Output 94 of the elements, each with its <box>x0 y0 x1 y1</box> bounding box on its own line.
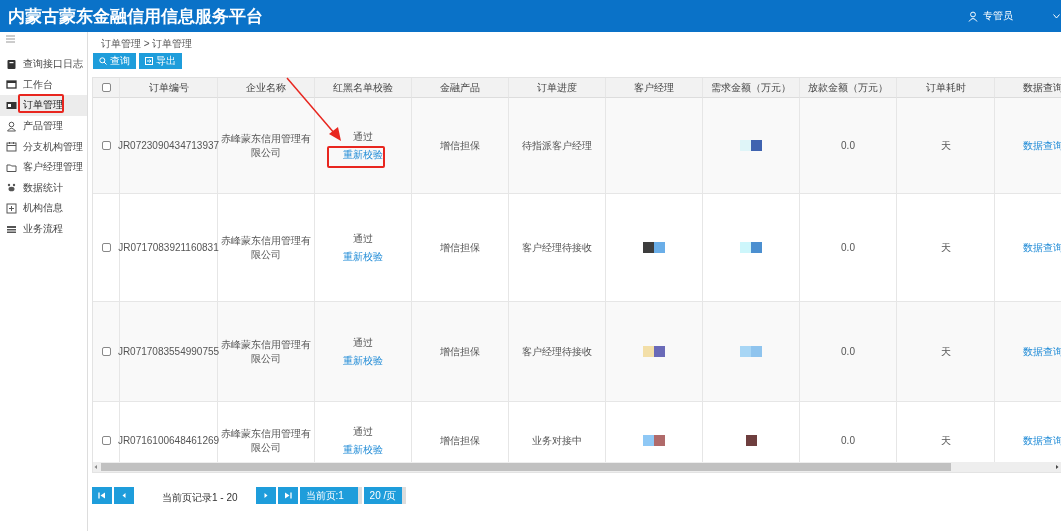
last-page-icon <box>283 492 292 499</box>
menu-icon <box>6 35 15 43</box>
list-icon <box>6 223 17 235</box>
table-cell: 增信担保 <box>440 344 480 359</box>
sidebar-item[interactable]: 数据统计 <box>0 177 87 199</box>
table-cell: JR0723090434713937 <box>117 140 220 151</box>
user-name[interactable]: 专管员 <box>983 9 1013 23</box>
sidebar-item[interactable]: 业务流程 <box>0 218 87 240</box>
column-header: 放款金额（万元） <box>808 80 888 95</box>
recheck-link[interactable]: 重新校验 <box>343 147 383 162</box>
table-cell: 天 <box>940 433 951 448</box>
first-page-button[interactable] <box>92 487 112 504</box>
checkbox[interactable] <box>101 141 111 150</box>
column-header: 需求金额（万元） <box>711 80 791 95</box>
column-header: 金融产品 <box>440 80 480 95</box>
right-arrow-icon <box>1054 464 1060 470</box>
highlight-box <box>18 94 64 113</box>
redaction-mosaic <box>643 346 665 357</box>
sidebar-item[interactable]: 产品管理 <box>0 115 87 137</box>
redaction-mosaic <box>740 140 762 151</box>
table-cell: 增信担保 <box>440 138 480 153</box>
recheck-link[interactable]: 重新校验 <box>343 442 383 457</box>
app-title: 内蒙古蒙东金融信用信息服务平台 <box>8 5 264 28</box>
table-cell: 赤峰蒙东信用管理有限公司 <box>220 337 312 366</box>
table-cell: 天 <box>940 240 951 255</box>
table-cell: JR0716100648461269 <box>117 435 220 446</box>
table-cell: 赤峰蒙东信用管理有限公司 <box>220 131 312 160</box>
sidebar-item[interactable]: 客户经理管理 <box>0 156 87 178</box>
caret-icon <box>1053 13 1060 19</box>
page-select[interactable]: 当前页:1 <box>299 487 362 504</box>
plus-square-icon <box>6 202 17 214</box>
redaction-mosaic <box>643 435 665 446</box>
table-cell: JR0717083921160831 <box>118 242 219 253</box>
breadcrumb: 订单管理 > 订单管理 <box>101 37 194 49</box>
table-cell: 天 <box>940 138 951 153</box>
table-cell: 增信担保 <box>440 433 480 448</box>
page-size-select[interactable]: 20 /页 <box>363 487 407 504</box>
table-cell: 赤峰蒙东信用管理有限公司 <box>220 233 312 262</box>
table-cell: 通过 <box>353 231 373 246</box>
table-cell: 客户经理待接收 <box>522 344 592 359</box>
recheck-link[interactable]: 重新校验 <box>343 353 383 368</box>
user-icon <box>6 120 17 132</box>
export-icon <box>145 57 153 65</box>
table-cell: 增信担保 <box>440 240 480 255</box>
table-cell: 通过 <box>353 129 373 144</box>
highlight-box <box>327 146 385 168</box>
table-cell: 通过 <box>353 424 373 439</box>
left-arrow-icon <box>93 464 99 470</box>
sidebar-item[interactable]: 机构信息 <box>0 198 87 219</box>
next-page-button[interactable] <box>255 487 276 504</box>
table-cell: 通过 <box>353 335 373 350</box>
sidebar-item[interactable]: 分支机构管理 <box>0 136 87 157</box>
search-icon <box>99 57 107 65</box>
table-cell: 客户经理待接收 <box>522 240 592 255</box>
column-header: 客户经理 <box>634 80 674 95</box>
checkbox[interactable] <box>101 243 111 252</box>
table-cell: 0.0 <box>841 140 855 151</box>
recheck-link[interactable]: 重新校验 <box>343 249 383 264</box>
table-cell: 待指派客户经理 <box>522 138 592 153</box>
table-cell: 业务对接中 <box>532 433 582 448</box>
redaction-mosaic <box>643 242 665 253</box>
user-icon <box>968 10 978 22</box>
table-cell: JR0717083554990755 <box>117 346 220 357</box>
calendar-icon <box>6 141 17 153</box>
document-icon <box>6 58 17 70</box>
column-header: 订单耗时 <box>925 80 966 95</box>
table-cell: 天 <box>940 344 951 359</box>
table-cell: 0.0 <box>841 242 855 253</box>
last-page-button[interactable] <box>277 487 298 504</box>
redaction-mosaic <box>745 435 757 446</box>
page-record-text: 当前页记录1 - 20 <box>162 490 238 505</box>
horizontal-scrollbar[interactable] <box>93 462 1061 472</box>
column-header: 订单编号 <box>148 80 189 95</box>
id-card-icon <box>6 100 17 111</box>
checkbox[interactable] <box>101 436 111 445</box>
redaction-mosaic <box>740 242 762 253</box>
table-cell: 0.0 <box>841 435 855 446</box>
column-header: 订单进度 <box>537 80 577 95</box>
column-header: 红黑名单校验 <box>333 80 393 95</box>
table-cell: 0.0 <box>841 346 855 357</box>
sidebar-item[interactable]: 查询接口日志 <box>0 54 87 75</box>
window-icon <box>6 79 17 91</box>
folder-icon <box>6 161 17 173</box>
paw-icon <box>6 182 17 194</box>
checkbox[interactable] <box>101 347 111 356</box>
table-cell: 赤峰蒙东信用管理有限公司 <box>220 426 312 455</box>
sidebar-item[interactable]: 工作台 <box>0 74 87 96</box>
toolbar-button[interactable]: 查询 <box>93 53 136 69</box>
first-page-icon <box>98 492 106 499</box>
toolbar-button[interactable]: 导出 <box>139 53 182 69</box>
column-header: 企业名称 <box>246 80 286 95</box>
left-arrow-icon <box>120 492 128 499</box>
checkbox[interactable] <box>101 83 111 92</box>
redaction-mosaic <box>740 346 762 357</box>
